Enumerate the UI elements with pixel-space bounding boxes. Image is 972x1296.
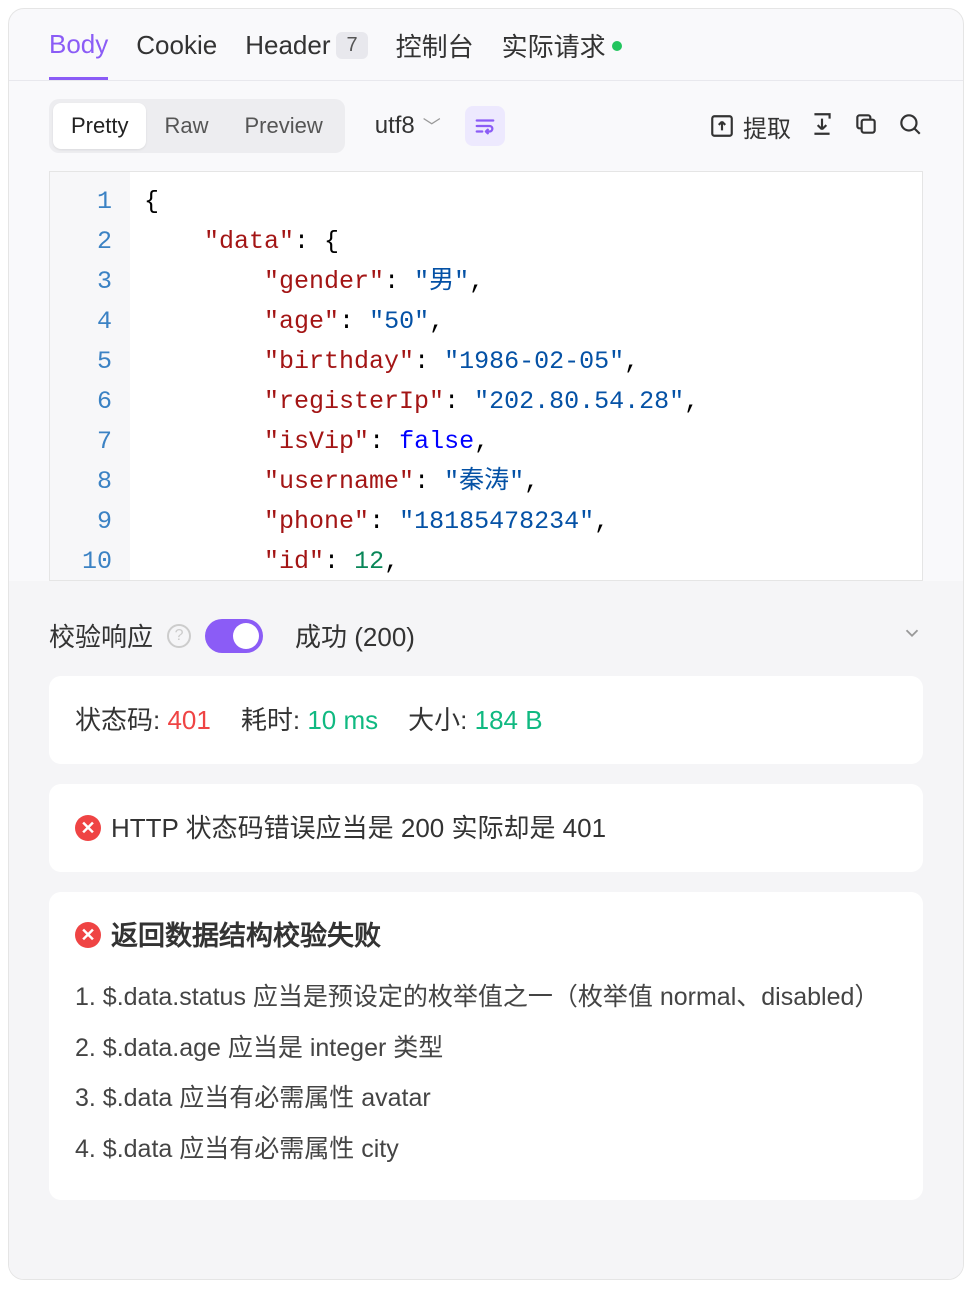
wrap-icon <box>474 115 496 137</box>
collapse-button[interactable] <box>901 622 923 649</box>
validation-section: 校验响应 ? 成功 (200) 状态码: 401 耗时: 10 ms 大小: 1… <box>9 581 963 1279</box>
validation-toggle[interactable] <box>205 619 263 653</box>
extract-icon <box>709 113 735 139</box>
tab-actual-request[interactable]: 实际请求 <box>502 27 622 80</box>
size-label: 大小: <box>408 705 467 735</box>
json-content: { "data": { "gender": "男", "age": "50", … <box>130 172 713 580</box>
encoding-select[interactable]: utf8 ﹀ <box>375 112 441 140</box>
error-card-status: ✕ HTTP 状态码错误应当是 200 实际却是 401 <box>49 784 923 872</box>
schema-error-item: 4. $.data 应当有必需属性 city <box>75 1128 897 1171</box>
view-pretty[interactable]: Pretty <box>53 103 146 149</box>
json-viewer[interactable]: 12345678910 { "data": { "gender": "男", "… <box>49 171 923 581</box>
extract-label: 提取 <box>743 109 791 144</box>
tab-console[interactable]: 控制台 <box>396 27 474 80</box>
tab-header[interactable]: Header 7 <box>245 27 367 80</box>
encoding-label: utf8 <box>375 112 415 140</box>
header-count-badge: 7 <box>336 32 367 59</box>
validation-header: 校验响应 ? 成功 (200) <box>49 603 923 676</box>
error-status-text: HTTP 状态码错误应当是 200 实际却是 401 <box>111 813 606 843</box>
response-panel: Body Cookie Header 7 控制台 实际请求 Pretty Raw… <box>8 8 964 1280</box>
error-icon: ✕ <box>75 922 101 948</box>
response-tabs: Body Cookie Header 7 控制台 实际请求 <box>9 9 963 81</box>
tab-actual-label: 实际请求 <box>502 27 606 64</box>
status-code-label: 状态码: <box>75 705 160 735</box>
stats-card: 状态码: 401 耗时: 10 ms 大小: 184 B <box>49 676 923 764</box>
error-icon: ✕ <box>75 815 101 841</box>
copy-button[interactable] <box>853 111 879 142</box>
word-wrap-button[interactable] <box>465 106 505 146</box>
extract-button[interactable]: 提取 <box>709 109 791 144</box>
size-value: 184 B <box>475 705 543 735</box>
download-icon <box>809 111 835 137</box>
status-dot-icon <box>612 41 622 51</box>
schema-error-item: 2. $.data.age 应当是 integer 类型 <box>75 1027 897 1070</box>
search-button[interactable] <box>897 111 923 142</box>
time-value: 10 ms <box>307 705 378 735</box>
help-icon[interactable]: ? <box>167 624 191 648</box>
validation-title: 校验响应 <box>49 617 153 654</box>
time-label: 耗时: <box>241 705 300 735</box>
error-schema-title: 返回数据结构校验失败 <box>111 914 381 960</box>
schema-error-item: 3. $.data 应当有必需属性 avatar <box>75 1077 897 1120</box>
error-card-schema: ✕ 返回数据结构校验失败 1. $.data.status 应当是预设定的枚举值… <box>49 892 923 1200</box>
tab-cookie[interactable]: Cookie <box>136 27 217 80</box>
body-toolbar: Pretty Raw Preview utf8 ﹀ 提取 <box>9 81 963 171</box>
view-raw[interactable]: Raw <box>146 103 226 149</box>
view-mode-segment: Pretty Raw Preview <box>49 99 345 153</box>
chevron-down-icon: ﹀ <box>423 113 441 139</box>
tab-body[interactable]: Body <box>49 27 108 80</box>
tab-header-label: Header <box>245 30 330 61</box>
expected-status: 成功 (200) <box>295 617 415 654</box>
schema-error-list: 1. $.data.status 应当是预设定的枚举值之一（枚举值 normal… <box>75 976 897 1170</box>
copy-icon <box>853 111 879 137</box>
chevron-down-icon <box>901 622 923 644</box>
download-button[interactable] <box>809 111 835 142</box>
line-gutter: 12345678910 <box>50 172 130 580</box>
status-code-value: 401 <box>167 705 210 735</box>
schema-error-item: 1. $.data.status 应当是预设定的枚举值之一（枚举值 normal… <box>75 976 897 1019</box>
search-icon <box>897 111 923 137</box>
view-preview[interactable]: Preview <box>226 103 340 149</box>
